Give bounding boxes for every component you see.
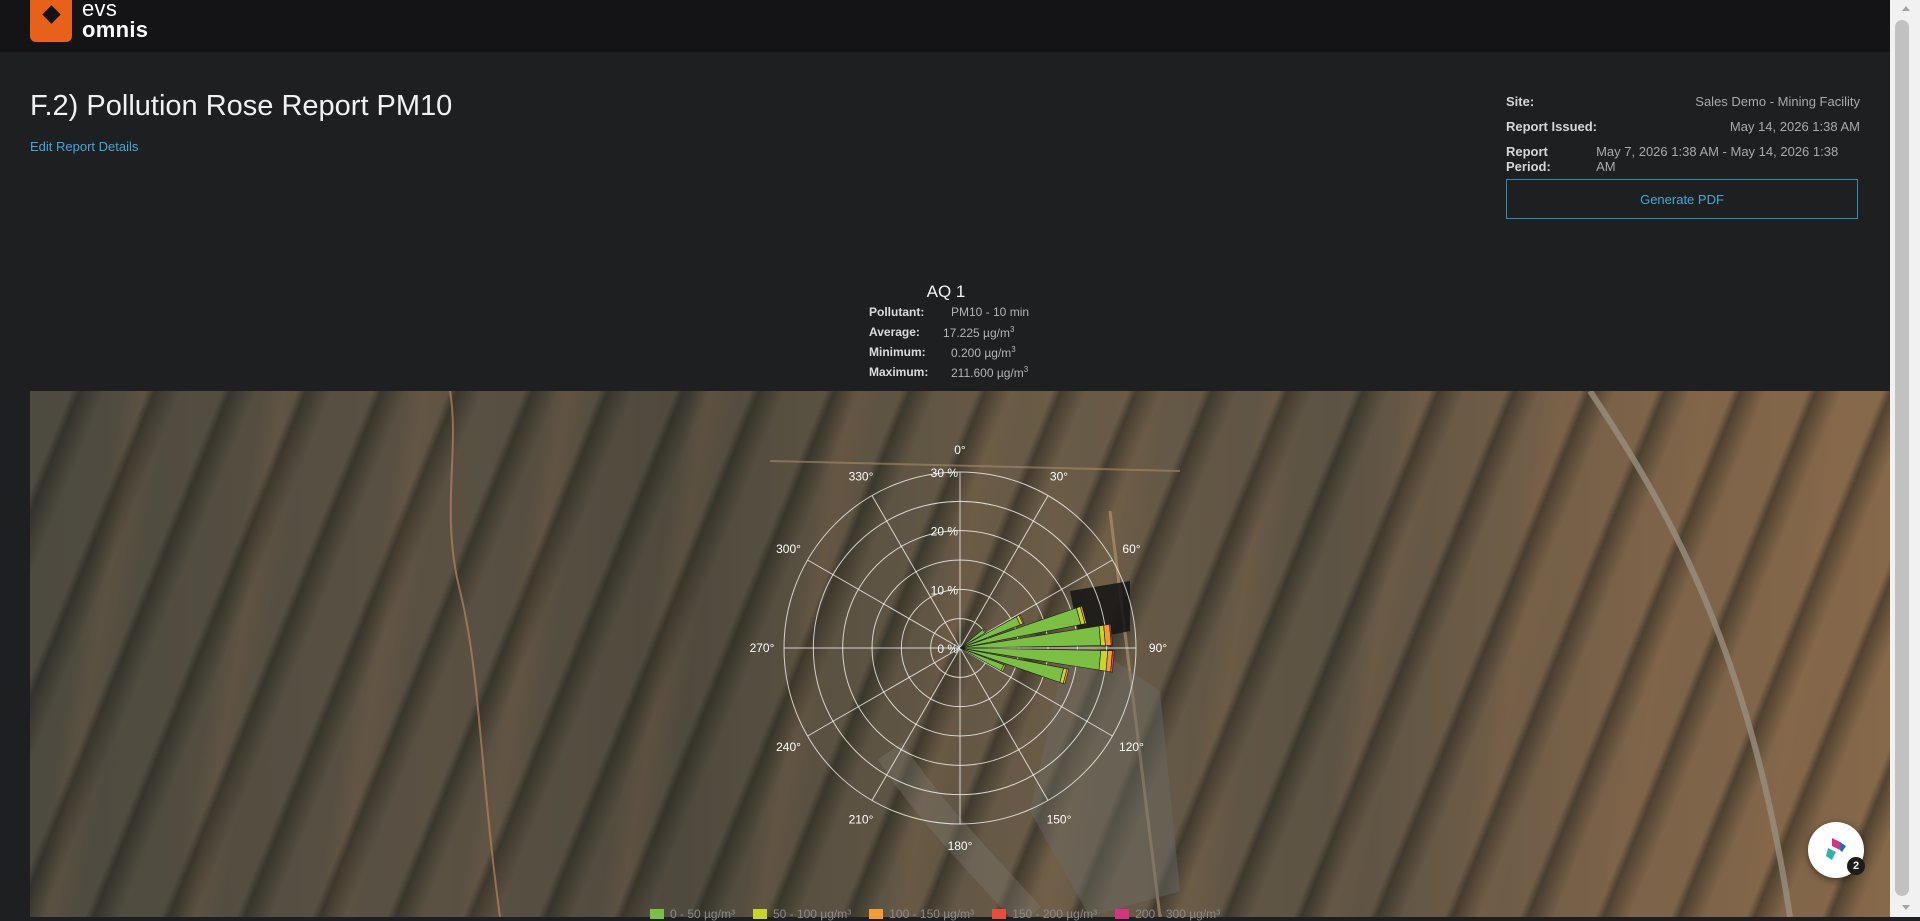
rose-angle-label: 180° [948, 839, 973, 853]
meta-row-issued: Report Issued: May 14, 2026 1:38 AM [1506, 119, 1860, 144]
rose-angle-label: 120° [1119, 740, 1144, 754]
legend-item[interactable]: 50 - 100 µg/m³ [752, 907, 852, 921]
average-value: 17.225 µg/m3 [943, 325, 1014, 345]
station-stats: Pollutant: PM10 - 10 min Average: 17.225… [869, 305, 1029, 385]
legend-label: 200 - 300 µg/m³ [1135, 907, 1221, 921]
top-navbar: evs omnis [0, 0, 1890, 52]
legend-swatch [752, 909, 767, 919]
rose-angle-label: 60° [1122, 542, 1140, 556]
rose-angle-label: 30° [1050, 470, 1068, 484]
legend-swatch [1115, 909, 1130, 919]
legend-label: 150 - 200 µg/m³ [1012, 907, 1098, 921]
rose-angle-label: 150° [1047, 812, 1072, 826]
scroll-down-arrow-icon[interactable] [1902, 905, 1910, 910]
maximum-value: 211.600 µg/m3 [951, 365, 1028, 385]
unit-exponent: 3 [1011, 345, 1016, 354]
evs-omnis-logo[interactable]: evs omnis [30, 0, 148, 42]
period-value: May 7, 2026 1:38 AM - May 14, 2026 1:38 … [1596, 144, 1839, 174]
site-label: Site: [1506, 94, 1535, 109]
average-label: Average: [869, 325, 920, 339]
station-title: AQ 1 [926, 282, 966, 301]
generate-pdf-button[interactable]: Generate PDF [1506, 179, 1858, 219]
legend-swatch [650, 909, 664, 919]
legend-swatch [869, 909, 884, 919]
rose-grid-spoke [871, 495, 961, 649]
logo-line-2: omnis [82, 17, 149, 42]
issued-value: May 14, 2026 1:38 AM [1729, 119, 1860, 134]
page-title: F.2) Pollution Rose Report PM10 [30, 90, 453, 122]
legend-item[interactable]: 200 - 300 µg/m³ [1115, 907, 1220, 921]
stat-pollutant: Pollutant: PM10 - 10 min [869, 305, 1029, 325]
period-label: Report Period: [1506, 144, 1551, 174]
rose-radial-tick: 10 % [931, 583, 959, 597]
scroll-up-arrow-icon[interactable] [1902, 6, 1910, 11]
minimum-value: 0.200 µg/m3 [951, 345, 1016, 365]
rose-radial-tick: 0 % [937, 642, 958, 656]
pollutant-value: PM10 - 10 min [951, 305, 1030, 319]
meta-row-site: Site: Sales Demo - Mining Facility [1506, 94, 1860, 119]
rose-radial-tick: 20 % [931, 525, 959, 539]
rose-grid-spoke [807, 647, 961, 737]
pollutant-label: Pollutant: [869, 305, 925, 319]
stat-maximum: Maximum: 211.600 µg/m3 [869, 365, 1029, 385]
rose-angle-label: 210° [849, 812, 874, 826]
rose-angle-label: 300° [776, 542, 801, 556]
rose-angle-label: 270° [750, 641, 775, 655]
rose-grid-spoke [871, 647, 961, 801]
average-number: 17.225 µg/m [943, 326, 1010, 340]
scrollbar-thumb[interactable] [1895, 20, 1909, 896]
minimum-label: Minimum: [869, 345, 926, 359]
satellite-map[interactable]: 0° 30° 60° 90° 120° 150° 180° 210° 240° 270° 300° 3… [30, 391, 1890, 917]
chat-unread-badge: 2 [1847, 857, 1865, 875]
stat-average: Average: 17.225 µg/m3 [869, 325, 1029, 345]
rose-angle-label: 330° [849, 470, 874, 484]
rose-angle-label: 240° [776, 740, 801, 754]
legend-label: 0 - 50 µg/m³ [670, 907, 735, 921]
maximum-number: 211.600 µg/m [951, 366, 1024, 380]
unit-exponent: 3 [1023, 365, 1029, 374]
pollution-rose-chart: 0° 30° 60° 90° 120° 150° 180° 210° 240° 270° 300° 3… [750, 443, 1168, 853]
rose-angle-label: 0° [954, 443, 966, 457]
edit-report-details-link[interactable]: Edit Report Details [30, 139, 138, 154]
logo-wordmark: evs omnis [82, 0, 149, 42]
rose-angle-label: 90° [1149, 641, 1167, 655]
maximum-label: Maximum: [869, 365, 929, 379]
legend-item[interactable]: 150 - 200 µg/m³ [992, 907, 1097, 921]
logo-mark-icon [30, 0, 72, 42]
report-meta: Site: Sales Demo - Mining Facility Repor… [1506, 94, 1860, 174]
rose-radial-tick: 30 % [931, 466, 959, 480]
legend-label: 50 - 100 µg/m³ [772, 907, 852, 921]
chart-legend: 0 - 50 µg/m³ 50 - 100 µg/m³ 100 - 150 µg/m… [650, 907, 1220, 921]
minimum-number: 0.200 µg/m [951, 346, 1012, 360]
legend-item[interactable]: 100 - 150 µg/m³ [869, 907, 974, 921]
legend-swatch [992, 909, 1007, 919]
issued-label: Report Issued: [1506, 119, 1598, 134]
legend-label: 100 - 150 µg/m³ [889, 907, 975, 921]
rose-grid-spoke [807, 559, 961, 649]
legend-item[interactable]: 0 - 50 µg/m³ [650, 907, 735, 921]
stat-minimum: Minimum: 0.200 µg/m3 [869, 345, 1029, 365]
site-value: Sales Demo - Mining Facility [1695, 94, 1860, 109]
meta-row-period: Report Period: May 7, 2026 1:38 AM - May… [1506, 144, 1860, 174]
unit-exponent: 3 [1009, 325, 1015, 334]
